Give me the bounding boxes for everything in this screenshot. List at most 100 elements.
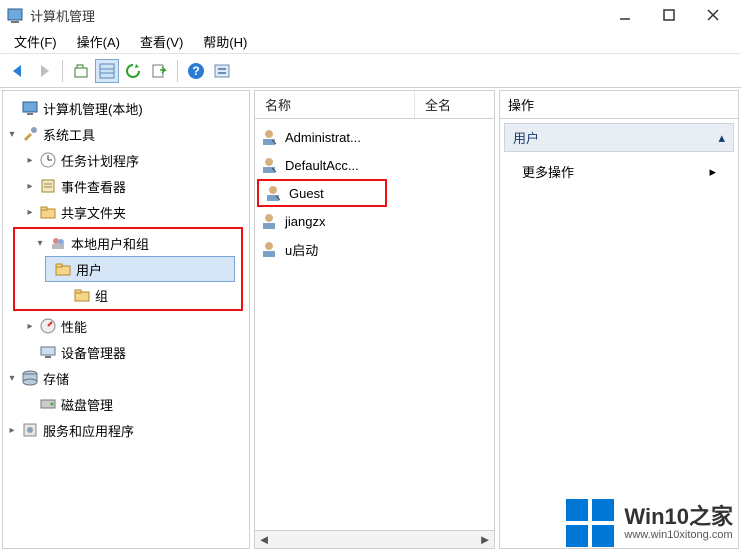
user-icon (259, 127, 279, 147)
menu-help[interactable]: 帮助(H) (193, 30, 257, 53)
collapse-icon: ▴ (718, 130, 725, 146)
tree-shared-folders[interactable]: ▸ 共享文件夹 (5, 199, 247, 225)
list-item-uqidong[interactable]: u启动 (255, 235, 494, 263)
tree-label: 本地用户和组 (71, 234, 149, 253)
tree-label: 性能 (61, 317, 87, 336)
shared-folder-icon (39, 203, 57, 221)
list-item-label: DefaultAcc... (285, 158, 359, 173)
folder-icon (73, 286, 91, 304)
actions-more-label: 更多操作 (522, 162, 574, 181)
export-button[interactable] (147, 59, 171, 83)
toolbar-separator (62, 60, 63, 82)
tree-disk-management[interactable]: 磁盘管理 (5, 391, 247, 417)
tree-label: 服务和应用程序 (43, 421, 134, 440)
scroll-right-icon[interactable]: ► (476, 532, 494, 547)
tree-event-viewer[interactable]: ▸ 事件查看器 (5, 173, 247, 199)
horizontal-scrollbar[interactable]: ◄ ► (255, 530, 494, 548)
chevron-right-icon: ▸ (23, 207, 37, 218)
tree-users[interactable]: 用户 (45, 256, 235, 282)
menu-file[interactable]: 文件(F) (4, 30, 67, 53)
list-item-label: jiangzx (285, 214, 325, 229)
help-button[interactable]: ? (184, 59, 208, 83)
user-icon (259, 211, 279, 231)
services-icon (21, 421, 39, 439)
menu-view[interactable]: 查看(V) (130, 30, 193, 53)
tree-local-users[interactable]: ▾ 本地用户和组 (15, 230, 241, 256)
actions-pane: 操作 用户 ▴ 更多操作 ▸ (499, 90, 739, 549)
minimize-button[interactable] (603, 1, 647, 29)
scroll-left-icon[interactable]: ◄ (255, 532, 273, 547)
list-item-label: Guest (289, 186, 324, 201)
tree-services-apps[interactable]: ▸ 服务和应用程序 (5, 417, 247, 443)
watermark-url: www.win10xitong.com (624, 529, 733, 541)
column-fullname[interactable]: 全名 (415, 91, 494, 118)
tree-system-tools[interactable]: ▾ 系统工具 (5, 121, 247, 147)
tree-label: 用户 (76, 260, 102, 279)
users-group-icon (49, 234, 67, 252)
watermark-brand: Win10之家 (624, 505, 733, 529)
storage-icon (21, 369, 39, 387)
tree-storage[interactable]: ▾ 存储 (5, 365, 247, 391)
close-button[interactable] (691, 1, 735, 29)
tree-label: 共享文件夹 (61, 203, 126, 222)
tree-root[interactable]: 计算机管理(本地) (5, 95, 247, 121)
maximize-button[interactable] (647, 1, 691, 29)
refresh-button[interactable] (121, 59, 145, 83)
menu-action[interactable]: 操作(A) (67, 30, 130, 53)
chevron-down-icon: ▾ (5, 129, 19, 140)
toolbar-separator (177, 60, 178, 82)
tree-label: 组 (95, 286, 108, 305)
chevron-down-icon: ▾ (33, 238, 47, 249)
actions-header: 操作 (500, 91, 738, 119)
device-icon (39, 343, 57, 361)
highlight-local-users: ▾ 本地用户和组 用户 组 (13, 227, 243, 311)
performance-icon (39, 317, 57, 335)
tree: 计算机管理(本地) ▾ 系统工具 ▸ 任务计划程序 ▸ (3, 91, 249, 447)
tree-groups[interactable]: 组 (15, 282, 241, 308)
user-icon (259, 239, 279, 259)
list-item-jiangzx[interactable]: jiangzx (255, 207, 494, 235)
view-list-button[interactable] (95, 59, 119, 83)
chevron-right-icon: ▸ (23, 155, 37, 166)
actions-section-label: 用户 (513, 128, 539, 147)
disk-icon (39, 395, 57, 413)
forward-button[interactable] (32, 59, 56, 83)
list-item-label: u启动 (285, 240, 318, 259)
tree-label: 设备管理器 (61, 343, 126, 362)
computer-icon (21, 99, 39, 117)
menubar: 文件(F) 操作(A) 查看(V) 帮助(H) (0, 30, 741, 54)
up-button[interactable] (69, 59, 93, 83)
list-item-defaultaccount[interactable]: DefaultAcc... (255, 151, 494, 179)
windows-logo-icon (566, 499, 614, 547)
back-button[interactable] (6, 59, 30, 83)
actions-section-users[interactable]: 用户 ▴ (504, 123, 734, 152)
user-icon (263, 183, 283, 203)
event-icon (39, 177, 57, 195)
tree-pane: 计算机管理(本地) ▾ 系统工具 ▸ 任务计划程序 ▸ (2, 90, 250, 549)
properties-button[interactable] (210, 59, 234, 83)
user-icon (259, 155, 279, 175)
toolbar: ? (0, 54, 741, 88)
chevron-right-icon: ▸ (5, 425, 19, 436)
actions-more[interactable]: 更多操作 ▸ (500, 156, 738, 187)
chevron-down-icon: ▾ (5, 373, 19, 384)
window-title: 计算机管理 (30, 6, 603, 25)
chevron-right-icon: ▸ (709, 164, 716, 180)
tree-device-manager[interactable]: 设备管理器 (5, 339, 247, 365)
list-header: 名称 全名 (255, 91, 494, 119)
svg-text:?: ? (192, 64, 199, 78)
titlebar: 计算机管理 (0, 0, 741, 30)
workarea: 计算机管理(本地) ▾ 系统工具 ▸ 任务计划程序 ▸ (0, 88, 741, 551)
watermark: Win10之家 www.win10xitong.com (566, 499, 733, 547)
tree-label: 计算机管理(本地) (43, 99, 143, 118)
column-name[interactable]: 名称 (255, 91, 415, 118)
watermark-text: Win10之家 www.win10xitong.com (624, 505, 733, 541)
tree-label: 磁盘管理 (61, 395, 113, 414)
list-item-guest[interactable]: Guest (257, 179, 387, 207)
list-item-administrator[interactable]: Administrat... (255, 123, 494, 151)
list-pane: 名称 全名 Administrat... DefaultAcc... Guest… (254, 90, 495, 549)
tree-performance[interactable]: ▸ 性能 (5, 313, 247, 339)
tree-label: 系统工具 (43, 125, 95, 144)
tree-label: 存储 (43, 369, 69, 388)
tree-task-scheduler[interactable]: ▸ 任务计划程序 (5, 147, 247, 173)
